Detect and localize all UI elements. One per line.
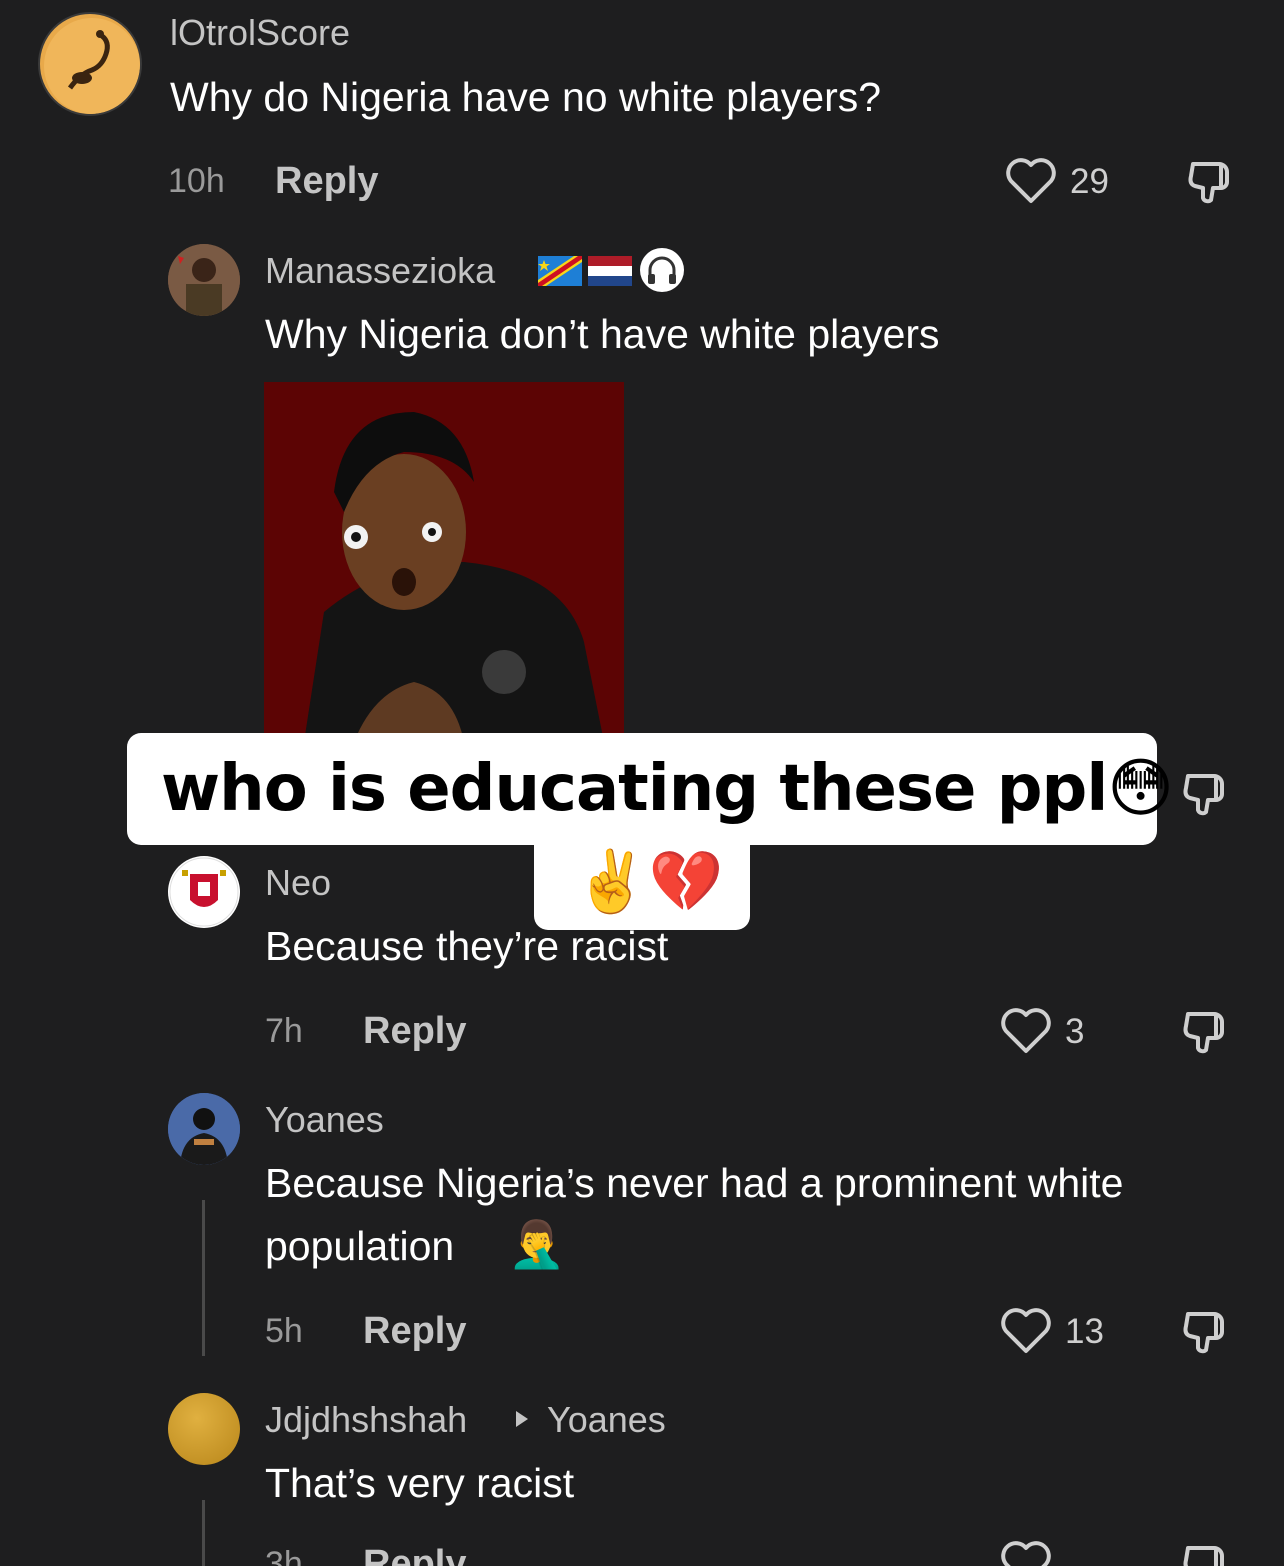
- comment-username[interactable]: lOtrolScore: [170, 12, 350, 54]
- caption-emoji: ✌️💔: [574, 847, 724, 917]
- heart-icon[interactable]: [1000, 1007, 1052, 1055]
- comment-username[interactable]: Manassezioka: [265, 250, 495, 292]
- comment-image[interactable]: [264, 382, 624, 742]
- headphones-icon: [638, 246, 686, 294]
- avatar[interactable]: [168, 856, 240, 928]
- like-count: 29: [1070, 162, 1109, 201]
- comment-username[interactable]: Neo: [265, 862, 331, 904]
- reply-button[interactable]: Reply: [275, 160, 378, 203]
- caption-text: who is educating these ppl😳: [161, 752, 1174, 826]
- heart-icon[interactable]: [1000, 1307, 1052, 1355]
- reply-button[interactable]: Reply: [363, 1010, 466, 1053]
- comment-timestamp: 5h: [265, 1312, 303, 1350]
- comment-timestamp: 10h: [168, 162, 225, 200]
- dislike-icon[interactable]: [1180, 768, 1232, 820]
- heart-icon[interactable]: [1005, 157, 1057, 205]
- facepalm-emoji: 🤦‍♂️: [508, 1218, 566, 1270]
- comment-text-line2: population: [265, 1223, 455, 1269]
- thread-line: [202, 1500, 205, 1566]
- dislike-icon[interactable]: [1180, 1306, 1232, 1358]
- comment-text-line1: Because Nigeria’s never had a prominent …: [265, 1160, 1124, 1206]
- dislike-icon[interactable]: [1180, 1540, 1232, 1566]
- reply-to-username[interactable]: Yoanes: [547, 1399, 666, 1441]
- scorpion-icon: [44, 18, 140, 114]
- comment-username[interactable]: Jdjdhshshah: [265, 1399, 467, 1441]
- comment-username[interactable]: Yoanes: [265, 1099, 384, 1141]
- reply-button[interactable]: Reply: [363, 1310, 466, 1353]
- dislike-icon[interactable]: [1185, 156, 1237, 208]
- reply-button[interactable]: Reply: [363, 1543, 466, 1566]
- caption-overlay-line1: who is educating these ppl😳: [127, 733, 1174, 845]
- reply-arrow-icon: [513, 1408, 531, 1430]
- comment-timestamp: 3h: [265, 1545, 303, 1566]
- dislike-icon[interactable]: [1180, 1006, 1232, 1058]
- avatar[interactable]: [168, 1093, 240, 1165]
- comment-text: That’s very racist: [265, 1460, 575, 1506]
- avatar[interactable]: [168, 244, 240, 316]
- heart-icon[interactable]: [1000, 1540, 1052, 1566]
- like-count: 3: [1065, 1012, 1085, 1051]
- thread-line: [202, 1200, 205, 1356]
- comment-text: Why Nigeria don’t have white players: [265, 311, 940, 357]
- dr-congo-flag-icon: [538, 256, 582, 286]
- netherlands-flag-icon: [588, 256, 632, 286]
- comment-text: Why do Nigeria have no white players?: [170, 74, 882, 120]
- caption-overlay-line2: ✌️💔: [534, 838, 750, 930]
- person-photo: [264, 382, 624, 742]
- comment-timestamp: 7h: [265, 1012, 303, 1050]
- like-count: 13: [1065, 1312, 1104, 1351]
- avatar[interactable]: [38, 12, 142, 116]
- avatar[interactable]: [168, 1393, 240, 1465]
